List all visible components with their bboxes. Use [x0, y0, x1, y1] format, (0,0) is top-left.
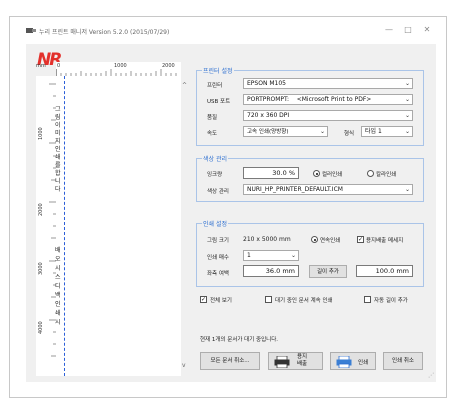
chevron-down-icon: ⌄: [404, 80, 410, 87]
print-icon: [336, 356, 352, 368]
mono-print-radio[interactable]: [313, 170, 320, 177]
ruler-ticks: [56, 69, 177, 76]
chevron-down-icon: ⌄: [319, 128, 325, 135]
chevron-down-icon: ⌄: [404, 186, 410, 193]
margin-guide-line: [64, 76, 65, 376]
copies-label: 인쇄 매수: [207, 255, 229, 261]
ink-amount-input[interactable]: 30.0 %: [243, 167, 299, 179]
color-profile-select[interactable]: NURI_HP_PRINTER_DEFAULT.ICM ⌄: [243, 184, 413, 195]
eject-paper-label: 용지 배출: [297, 354, 308, 367]
preview-scrollbar[interactable]: ^ v: [181, 62, 190, 376]
wait-print-label: 대기 중인 문서 계속 인쇄: [275, 298, 333, 304]
speed-select[interactable]: 고속 인쇄(양방향) ⌄: [243, 126, 328, 137]
printer-settings-title: 프린터 설정: [202, 66, 234, 75]
printer-select[interactable]: EPSON M105 ⌄: [243, 78, 413, 89]
eject-message-label: 용지배출 메세지: [366, 238, 404, 244]
cancel-all-docs-button[interactable]: 모든 문서 취소...: [200, 352, 260, 370]
full-view-checkbox[interactable]: ✓: [200, 296, 207, 303]
window-title: 누리 프린트 매니저 Version 5.2.0 (2015/07/29): [39, 29, 170, 36]
copies-select[interactable]: 1 ⌄: [243, 250, 299, 261]
preview-text-top: 그림이미지인쇄를합니다: [55, 106, 61, 193]
printer-label: 프린터: [207, 83, 223, 89]
minimize-button[interactable]: —: [382, 25, 396, 34]
color-print-label: 칼라인쇄: [376, 172, 397, 178]
color-print-radio[interactable]: [367, 170, 374, 177]
chevron-down-icon: ⌄: [404, 96, 410, 103]
maximize-button[interactable]: □: [401, 25, 415, 34]
scroll-up-icon[interactable]: ^: [182, 82, 187, 89]
ruler-tick-label: 2000: [38, 203, 44, 216]
cancel-print-button[interactable]: 인쇄 취소: [383, 352, 423, 370]
ruler-tick-label: 1000: [38, 127, 44, 140]
printer-icon: [274, 356, 290, 368]
print-preview-paper[interactable]: 그림이미지인쇄를합니다 배오시스디백인쇄시: [55, 76, 181, 376]
chevron-down-icon: ⌄: [404, 128, 410, 135]
color-management-title: 색상 관리: [202, 154, 228, 163]
image-size-value: 210 x 5000 mm: [243, 236, 291, 243]
left-margin-label: 좌측 여백: [207, 271, 229, 277]
quality-label: 품질: [207, 115, 218, 121]
length-input[interactable]: 100.0 mm: [356, 265, 413, 277]
app-icon: [26, 28, 36, 33]
chevron-down-icon: ⌄: [404, 112, 410, 119]
print-settings-title: 인쇄 설정: [202, 219, 228, 228]
print-button[interactable]: 인쇄: [330, 352, 376, 370]
resize-grip-icon[interactable]: ⋰: [428, 372, 434, 379]
quality-select[interactable]: 720 x 360 DPI ⌄: [243, 110, 413, 121]
eject-message-checkbox[interactable]: ✓: [357, 236, 364, 243]
add-length-button[interactable]: 길이 추가: [309, 265, 347, 278]
eject-paper-button[interactable]: 용지 배출: [268, 352, 323, 370]
title-bar: 누리 프린트 매니저 Version 5.2.0 (2015/07/29) — …: [26, 25, 436, 39]
speed-label: 속도: [207, 131, 218, 137]
type-label: 형식: [344, 131, 355, 137]
ink-label: 잉크량: [207, 172, 223, 178]
auto-length-checkbox[interactable]: [364, 296, 371, 303]
preview-text-bottom: 배오시스디백인쇄시: [55, 247, 61, 326]
wait-print-checkbox[interactable]: [265, 296, 272, 303]
vertical-ruler: 1000 2000 3000 4000: [36, 76, 57, 376]
status-text: 현재 1개의 문서가 대기 중입니다.: [200, 337, 279, 343]
auto-length-label: 자동 길이 추가: [374, 298, 408, 304]
print-label: 인쇄: [358, 360, 369, 366]
ruler-tick-label: 4000: [38, 321, 44, 334]
color-management-group: [196, 158, 424, 202]
continuous-print-radio[interactable]: [311, 236, 318, 243]
chevron-down-icon: ⌄: [290, 252, 296, 259]
image-size-label: 그림 크기: [207, 238, 229, 244]
left-margin-input[interactable]: 36.0 mm: [243, 265, 299, 277]
continuous-print-label: 연속인쇄: [320, 238, 341, 244]
mono-print-label: 컬러인쇄: [322, 172, 343, 178]
horizontal-ruler: mm 0 1000 2000: [36, 62, 181, 77]
type-select[interactable]: 타입 1 ⌄: [361, 126, 413, 137]
ruler-unit: mm: [36, 63, 46, 69]
usb-port-label: USB 포트: [207, 99, 231, 105]
ruler-tick-label: 3000: [38, 262, 44, 275]
close-button[interactable]: ✕: [420, 25, 434, 34]
usb-port-select[interactable]: PORTPROMPT: <Microsoft Print to PDF> ⌄: [243, 94, 413, 105]
full-view-label: 전체 보기: [210, 298, 232, 304]
scroll-down-icon[interactable]: v: [182, 362, 186, 369]
profile-label: 색상 관리: [207, 189, 229, 195]
